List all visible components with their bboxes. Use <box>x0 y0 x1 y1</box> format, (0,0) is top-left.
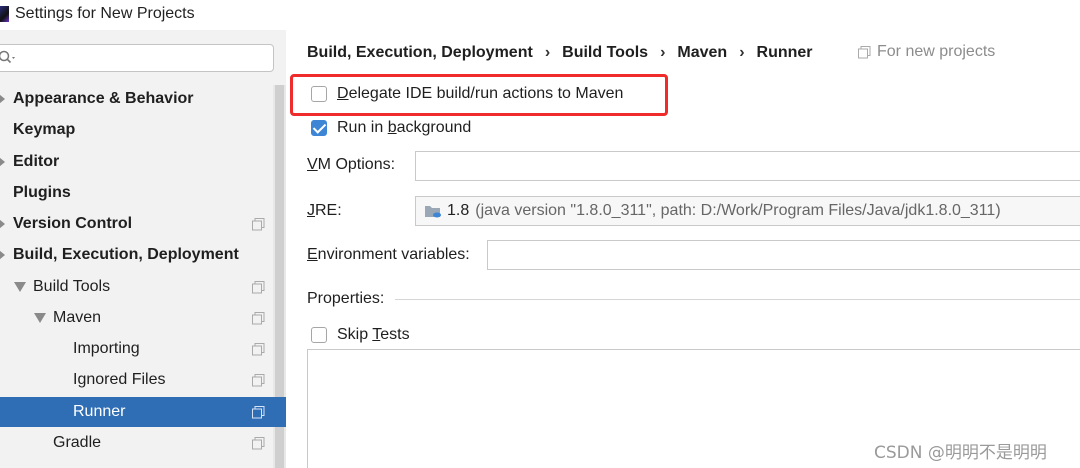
jre-detail: (java version "1.8.0_311", path: D:/Work… <box>475 202 1001 219</box>
sidebar-item-maven[interactable]: Maven <box>0 303 273 333</box>
environment-variables-label: Environment variables: <box>307 246 470 263</box>
properties-separator <box>395 299 1080 300</box>
project-scope-icon <box>252 343 265 356</box>
jre-label: J RE: <box>307 202 342 219</box>
delegate-to-maven-label[interactable]: Delegate IDE build/run actions to Maven <box>337 85 623 103</box>
collapse-arrow-icon[interactable] <box>34 313 46 323</box>
settings-search-input[interactable] <box>17 47 271 71</box>
settings-sidebar: Appearance & Behavior Keymap Editor Plug… <box>0 30 286 468</box>
sidebar-item-plugins[interactable]: Plugins <box>0 178 273 208</box>
skip-tests-option[interactable]: Skip Tests <box>311 326 410 344</box>
sidebar-item-importing[interactable]: Importing <box>0 334 273 364</box>
delegate-to-maven-option[interactable]: Delegate IDE build/run actions to Maven <box>311 85 623 103</box>
breadcrumb-item-current: Runner <box>756 44 813 61</box>
run-in-background-label[interactable]: Run in background <box>337 119 471 137</box>
delegate-to-maven-checkbox[interactable] <box>311 86 327 102</box>
window-title: Settings for New Projects <box>15 5 195 22</box>
environment-variables-input[interactable] <box>487 240 1080 270</box>
app-logo-icon <box>0 6 9 22</box>
jre-version: 1.8 <box>447 202 470 219</box>
sidebar-item-runner[interactable]: Runner <box>0 397 286 427</box>
collapse-arrow-icon[interactable] <box>14 282 26 292</box>
sidebar-item-build-tools[interactable]: Build Tools <box>0 272 273 302</box>
sidebar-item-editor[interactable]: Editor <box>0 147 273 177</box>
sidebar-item-appearance-behavior[interactable]: Appearance & Behavior <box>0 84 273 114</box>
sidebar-item-label: Plugins <box>13 184 71 201</box>
vm-options-input[interactable] <box>415 151 1080 181</box>
properties-label: Properties: <box>307 290 385 307</box>
skip-tests-label[interactable]: Skip Tests <box>337 326 410 344</box>
scope-indicator: For new projects <box>858 43 995 61</box>
project-scope-icon <box>252 281 265 294</box>
expand-arrow-icon[interactable] <box>0 219 5 229</box>
sidebar-item-label: Maven <box>53 309 102 326</box>
run-in-background-option[interactable]: Run in background <box>311 119 471 137</box>
project-scope-icon <box>252 406 265 419</box>
collapse-arrow-icon[interactable] <box>0 250 5 260</box>
project-scope-icon <box>252 218 265 231</box>
project-scope-icon <box>252 312 265 325</box>
watermark: CSDN @明明不是明明 <box>874 443 1047 463</box>
sidebar-item-version-control[interactable]: Version Control <box>0 209 273 239</box>
sidebar-item-label: Gradle <box>53 434 102 451</box>
sidebar-item-ignored-files[interactable]: Ignored Files <box>0 365 273 395</box>
sidebar-item-build-execution-deployment[interactable]: Build, Execution, Deployment <box>0 240 273 270</box>
breadcrumb: Build, Execution, Deployment › Build Too… <box>307 42 813 64</box>
breadcrumb-separator-icon: › <box>739 44 745 61</box>
sidebar-item-label: Keymap <box>13 121 76 138</box>
settings-window: Settings for New Projects Appearance & B… <box>0 0 1080 468</box>
run-in-background-checkbox[interactable] <box>311 120 327 136</box>
sidebar-item-label: Build, Execution, Deployment <box>13 246 239 263</box>
breadcrumb-item[interactable]: Build, Execution, Deployment <box>307 44 533 62</box>
sidebar-item-label: Importing <box>73 340 140 357</box>
skip-tests-checkbox[interactable] <box>311 327 327 343</box>
breadcrumb-separator-icon: › <box>660 44 666 61</box>
expand-arrow-icon[interactable] <box>0 157 5 167</box>
settings-search-box[interactable] <box>0 44 274 72</box>
jdk-folder-icon <box>425 206 441 218</box>
breadcrumb-item[interactable]: Build Tools <box>562 44 648 62</box>
vm-options-label: VM Options: <box>307 156 396 173</box>
title-bar: Settings for New Projects <box>0 0 1080 30</box>
jre-dropdown[interactable]: 1.8 (java version "1.8.0_311", path: D:/… <box>415 196 1080 226</box>
sidebar-item-label: Editor <box>13 153 60 170</box>
sidebar-item-label: Ignored Files <box>73 371 166 388</box>
expand-arrow-icon[interactable] <box>0 94 5 104</box>
sidebar-item-label: Version Control <box>13 215 133 232</box>
sidebar-item-gradle[interactable]: Gradle <box>0 428 273 458</box>
search-icon <box>0 50 15 64</box>
sidebar-item-keymap[interactable]: Keymap <box>0 115 273 145</box>
sidebar-item-label: Appearance & Behavior <box>13 90 194 107</box>
scope-label: For new projects <box>877 43 996 60</box>
breadcrumb-separator-icon: › <box>544 44 551 61</box>
project-scope-icon <box>252 374 265 387</box>
breadcrumb-item[interactable]: Maven <box>677 44 727 62</box>
sidebar-item-label: Runner <box>73 403 126 420</box>
sidebar-item-label: Build Tools <box>33 278 111 295</box>
project-scope-icon <box>252 437 265 450</box>
project-scope-icon <box>858 45 871 58</box>
